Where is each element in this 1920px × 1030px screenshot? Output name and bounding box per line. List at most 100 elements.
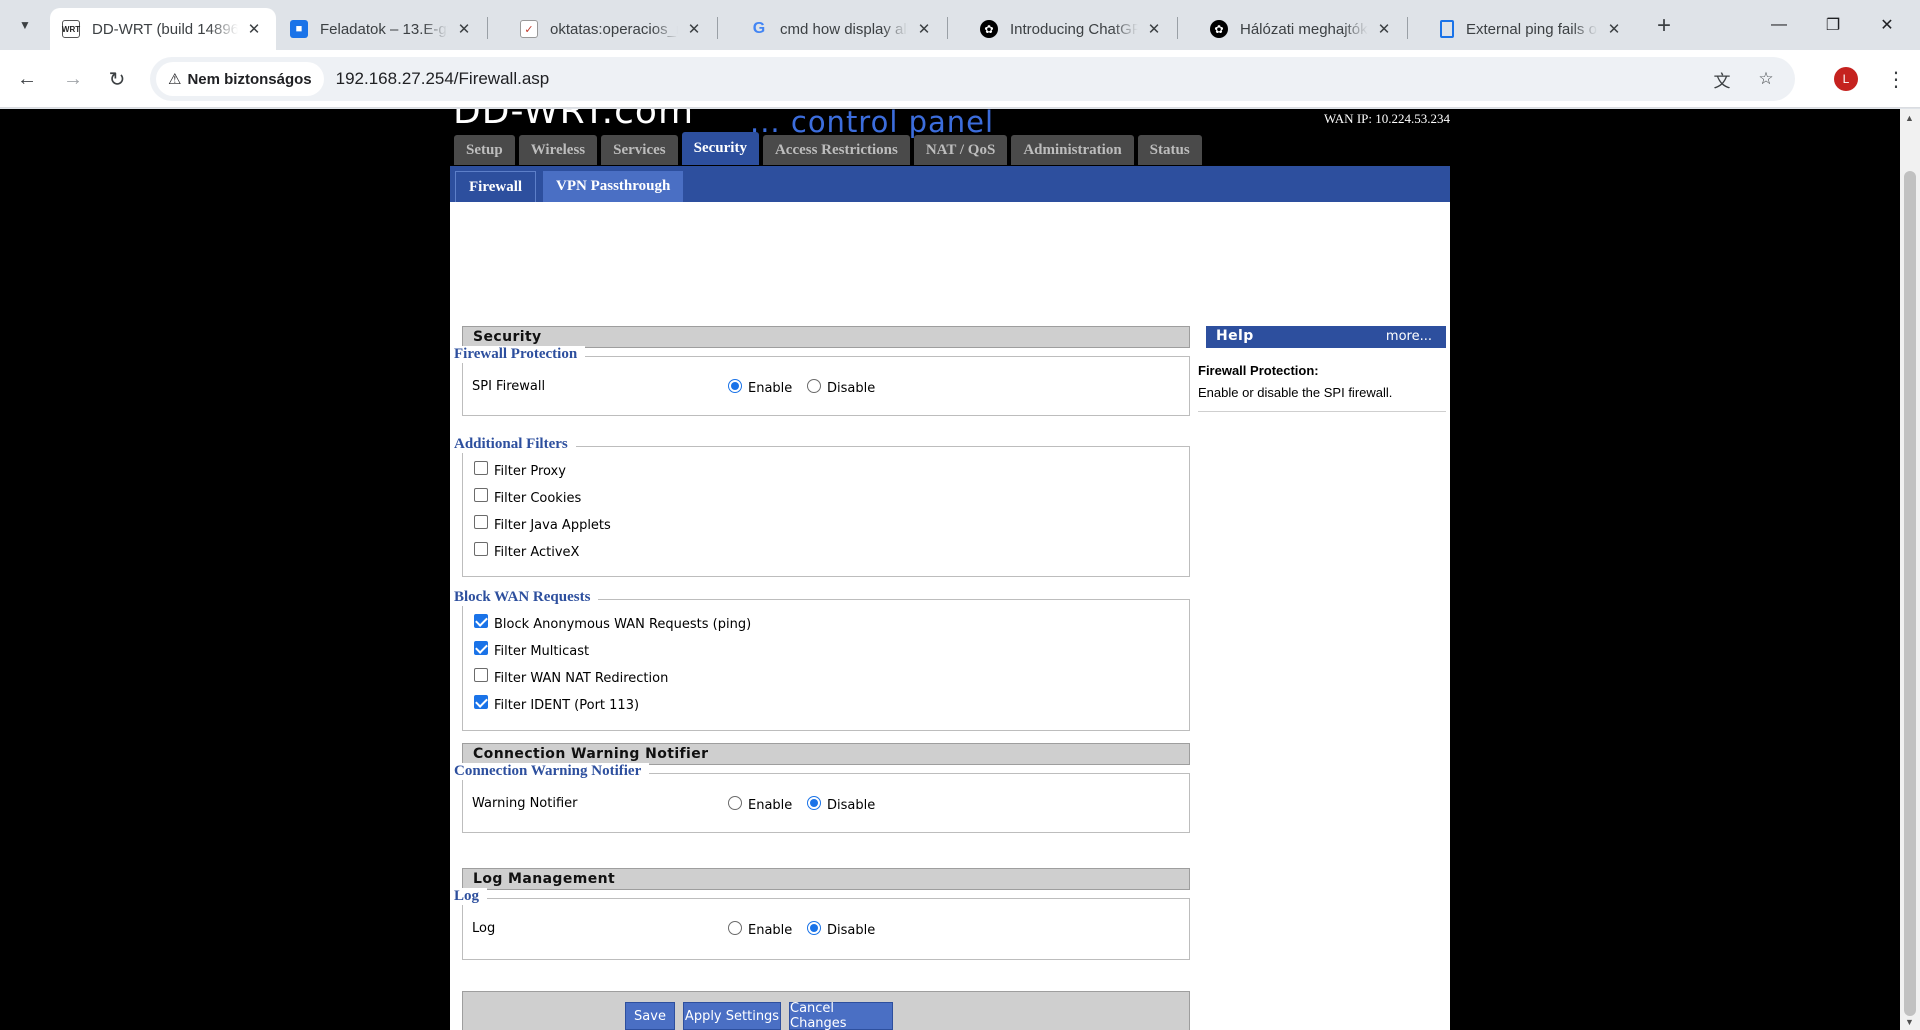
profile-avatar[interactable]: L <box>1834 67 1858 91</box>
scroll-down-icon[interactable]: ▼ <box>1905 1017 1914 1027</box>
menu-kebab-icon[interactable]: ⋮ <box>1880 63 1912 95</box>
close-icon[interactable]: ✕ <box>454 19 474 39</box>
log-enable-radio[interactable] <box>728 921 742 935</box>
block-anonymous-wan-checkbox[interactable] <box>474 614 488 628</box>
page-viewport: DD-WRT.com ... control panel WAN IP: 10.… <box>0 109 1900 1030</box>
tab-title: External ping fails on DD-WRT <box>1466 20 1598 38</box>
minimize-button[interactable]: — <box>1756 8 1802 42</box>
tab-administration[interactable]: Administration <box>1011 135 1134 165</box>
plus-icon: + <box>1656 12 1671 39</box>
section-header-security: Security <box>462 326 1190 348</box>
label-warning-notifier: Warning Notifier <box>472 796 578 811</box>
legend-connection-warning: Connection Warning Notifier <box>454 763 650 780</box>
help-divider <box>1198 411 1446 412</box>
address-bar[interactable]: ⚠ Nem biztonságos 192.168.27.254/Firewal… <box>150 57 1795 101</box>
reload-button[interactable]: ↻ <box>100 62 134 96</box>
warning-notifier-enable-radio[interactable] <box>728 796 742 810</box>
tab-title: oktatas:operacios_rendszerek <box>550 20 678 38</box>
tab-wireless[interactable]: Wireless <box>518 135 598 165</box>
filter-proxy-checkbox[interactable] <box>474 461 488 475</box>
main-nav-tabs: Setup Wireless Services Security Access … <box>454 132 1206 165</box>
arrow-right-icon: → <box>63 67 83 90</box>
apply-settings-button[interactable]: Apply Settings <box>683 1002 781 1030</box>
cancel-changes-button[interactable]: Cancel Changes <box>789 1001 893 1030</box>
restore-button[interactable]: ❐ <box>1810 8 1856 42</box>
tab-security[interactable]: Security <box>681 132 759 165</box>
section-header-connection-warning: Connection Warning Notifier <box>462 743 1190 765</box>
fieldset-firewall-protection <box>462 356 1190 416</box>
page-scrollbar[interactable]: ▲ ▼ <box>1900 109 1920 1030</box>
tab-separator <box>1177 17 1178 39</box>
browser-tab-oktatas[interactable]: ✓ oktatas:operacios_rendszerek ✕ <box>508 8 716 50</box>
close-icon[interactable]: ✕ <box>914 19 934 39</box>
warning-notifier-disable-label: Disable <box>827 798 876 813</box>
log-disable-radio[interactable] <box>807 921 821 935</box>
filter-cookies-checkbox[interactable] <box>474 488 488 502</box>
filter-activex-checkbox[interactable] <box>474 542 488 556</box>
browser-tab-external-ping[interactable]: External ping fails on DD-WRT ✕ <box>1428 8 1636 50</box>
tab-services[interactable]: Services <box>601 135 678 165</box>
filter-ident-label: Filter IDENT (Port 113) <box>494 698 640 713</box>
tab-title: Hálózati meghajtók leválasztása <box>1240 20 1368 38</box>
filter-java-applets-checkbox[interactable] <box>474 515 488 529</box>
label-spi-firewall: SPI Firewall <box>472 379 546 394</box>
sub-nav-bar: Firewall VPN Passthrough <box>450 166 1450 202</box>
translate-icon[interactable]: 文 <box>1705 62 1739 96</box>
ddwrt-favicon-icon: WRT <box>62 20 80 38</box>
close-window-button[interactable]: ✕ <box>1864 8 1910 42</box>
close-icon[interactable]: ✕ <box>684 19 704 39</box>
tab-title: DD-WRT (build 14896) <box>92 20 238 38</box>
tab-setup[interactable]: Setup <box>454 135 515 165</box>
scroll-up-icon[interactable]: ▲ <box>1905 113 1914 123</box>
filter-multicast-checkbox[interactable] <box>474 641 488 655</box>
tab-access-restrictions[interactable]: Access Restrictions <box>762 135 910 165</box>
filter-wan-nat-redirection-checkbox[interactable] <box>474 668 488 682</box>
warning-notifier-disable-radio[interactable] <box>807 796 821 810</box>
ddwrt-page: DD-WRT.com ... control panel WAN IP: 10.… <box>450 109 1450 1030</box>
tab-search-button[interactable]: ▼ <box>10 10 40 40</box>
openai-icon: ✿ <box>980 20 998 38</box>
tab-status[interactable]: Status <box>1137 135 1202 165</box>
warning-notifier-enable-label: Enable <box>748 798 793 813</box>
help-header: Help more... <box>1206 326 1446 348</box>
new-tab-button[interactable]: + <box>1650 12 1678 40</box>
spi-firewall-disable-radio[interactable] <box>807 379 821 393</box>
star-icon[interactable]: ☆ <box>1749 62 1783 96</box>
security-chip[interactable]: ⚠ Nem biztonságos <box>156 62 324 96</box>
subtab-vpn-passthrough[interactable]: VPN Passthrough <box>543 171 684 202</box>
filter-cookies-label: Filter Cookies <box>494 491 582 506</box>
help-title: Help <box>1216 328 1254 344</box>
save-button[interactable]: Save <box>625 1002 675 1030</box>
scrollbar-thumb[interactable] <box>1904 171 1916 1016</box>
browser-tab-feladatok[interactable]: ■ Feladatok – 13.E-gyakorlat ✕ <box>278 8 486 50</box>
forward-button[interactable]: → <box>56 62 90 96</box>
filter-activex-label: Filter ActiveX <box>494 545 580 560</box>
close-icon[interactable]: ✕ <box>1374 19 1394 39</box>
tab-separator <box>947 17 948 39</box>
close-icon[interactable]: ✕ <box>244 19 264 39</box>
log-disable-label: Disable <box>827 923 876 938</box>
close-icon[interactable]: ✕ <box>1144 19 1164 39</box>
minimize-icon: — <box>1771 16 1787 33</box>
tab-title: Introducing ChatGPT <box>1010 20 1138 38</box>
filter-ident-checkbox[interactable] <box>474 695 488 709</box>
browser-tab-chatgpt[interactable]: ✿ Introducing ChatGPT ✕ <box>968 8 1176 50</box>
browser-tab-halozati[interactable]: ✿ Hálózati meghajtók leválasztása ✕ <box>1198 8 1406 50</box>
tab-nat-qos[interactable]: NAT / QoS <box>913 135 1008 165</box>
filter-multicast-label: Filter Multicast <box>494 644 590 659</box>
fieldset-rule <box>490 898 500 899</box>
legend-log: Log <box>454 888 488 905</box>
tab-separator <box>717 17 718 39</box>
help-term: Firewall Protection: <box>1198 363 1319 378</box>
help-more-link[interactable]: more... <box>1386 329 1432 344</box>
browser-tab-cmd[interactable]: G cmd how display all connections ✕ <box>738 8 946 50</box>
close-icon[interactable]: ✕ <box>1604 19 1624 39</box>
filter-wan-nat-redirection-label: Filter WAN NAT Redirection <box>494 671 669 686</box>
browser-tab-strip: ▼ WRT DD-WRT (build 14896) ✕ ■ Feladatok… <box>0 0 1920 50</box>
url-text[interactable]: 192.168.27.254/Firewall.asp <box>336 69 550 89</box>
back-button[interactable]: ← <box>10 62 44 96</box>
google-icon: G <box>752 20 766 37</box>
spi-firewall-enable-radio[interactable] <box>728 379 742 393</box>
browser-tab-ddwrt[interactable]: WRT DD-WRT (build 14896) ✕ <box>50 8 276 50</box>
subtab-firewall[interactable]: Firewall <box>455 171 537 202</box>
